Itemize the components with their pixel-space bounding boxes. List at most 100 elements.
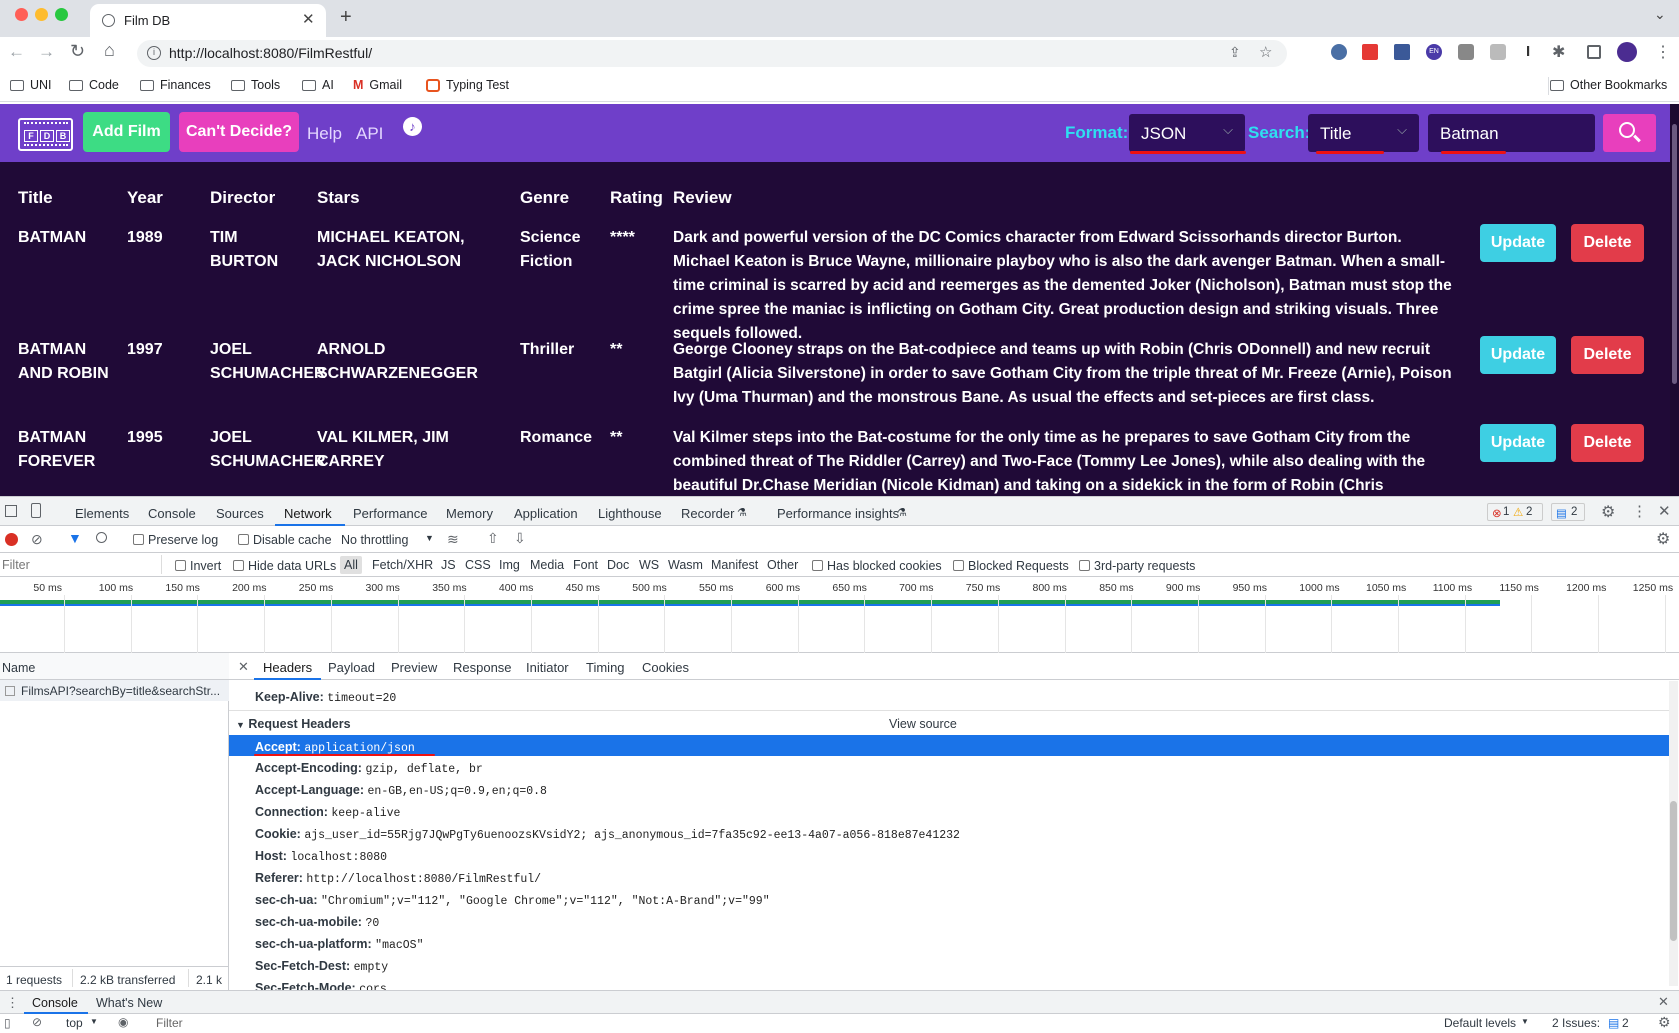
tab-application[interactable]: Application	[514, 506, 578, 521]
api-link[interactable]: API	[356, 124, 383, 144]
tab-sources[interactable]: Sources	[216, 506, 264, 521]
hide-data-urls-checkbox[interactable]: Hide data URLs	[233, 559, 336, 573]
record-icon[interactable]	[5, 533, 18, 546]
drawer-menu-icon[interactable]: ⋮	[6, 995, 19, 1011]
language-extension-icon[interactable]: EN	[1426, 44, 1442, 60]
format-select[interactable]: JSON ⌵	[1129, 114, 1245, 152]
home-icon[interactable]: ⌂	[104, 40, 115, 61]
checkbox[interactable]	[953, 560, 964, 571]
request-header-row[interactable]: sec-ch-ua-mobile: ?0	[255, 914, 379, 932]
clear-icon[interactable]: ⊘	[31, 531, 43, 548]
console-settings-gear-icon[interactable]: ⚙	[1658, 1014, 1671, 1031]
disable-cache-checkbox[interactable]: Disable cache	[238, 533, 332, 547]
view-source-link[interactable]: View source	[889, 717, 957, 731]
share-icon[interactable]: ⇪	[1229, 44, 1241, 61]
detail-tab-timing[interactable]: Timing	[586, 660, 625, 675]
tab-performance-insights[interactable]: Performance insights	[777, 506, 899, 521]
bookmark-finances[interactable]: Finances	[140, 78, 211, 92]
filter-media[interactable]: Media	[530, 558, 564, 572]
request-header-row[interactable]: Host: localhost:8080	[255, 848, 387, 866]
filter-wasm[interactable]: Wasm	[668, 558, 703, 572]
checkbox[interactable]	[1079, 560, 1090, 571]
detail-tab-initiator[interactable]: Initiator	[526, 660, 569, 675]
checkbox[interactable]	[812, 560, 823, 571]
filter-font[interactable]: Font	[573, 558, 598, 572]
search-button[interactable]	[1603, 114, 1656, 152]
close-window-button[interactable]	[15, 8, 28, 21]
bookmark-star-icon[interactable]: ☆	[1259, 43, 1272, 61]
third-party-checkbox[interactable]: 3rd-party requests	[1079, 559, 1195, 573]
network-settings-gear-icon[interactable]: ⚙	[1656, 529, 1670, 549]
detail-tab-cookies[interactable]: Cookies	[642, 660, 689, 675]
has-blocked-cookies-checkbox[interactable]: Has blocked cookies	[812, 559, 942, 573]
throttling-select[interactable]: No throttling	[341, 533, 408, 547]
close-devtools-icon[interactable]: ✕	[1658, 502, 1671, 520]
tab-memory[interactable]: Memory	[446, 506, 493, 521]
browser-tab[interactable]: Film DB ✕	[90, 4, 326, 37]
request-header-row[interactable]: Sec-Fetch-Mode: cors	[255, 980, 387, 990]
import-har-icon[interactable]: ⇧	[487, 530, 499, 547]
drawer-tab-console[interactable]: Console	[32, 996, 78, 1010]
bookmark-uni[interactable]: UNI	[10, 78, 52, 92]
delete-button[interactable]: Delete	[1571, 224, 1644, 262]
detail-tab-preview[interactable]: Preview	[391, 660, 437, 675]
tab-console[interactable]: Console	[148, 506, 196, 521]
filter-img[interactable]: Img	[499, 558, 520, 572]
live-expression-eye-icon[interactable]: ◉	[118, 1015, 128, 1029]
extension-icon[interactable]	[1331, 44, 1347, 60]
invert-checkbox[interactable]: Invert	[175, 559, 221, 573]
delete-button[interactable]: Delete	[1571, 424, 1644, 462]
tab-lighthouse[interactable]: Lighthouse	[598, 506, 662, 521]
request-headers-section[interactable]: ▼ Request Headers	[236, 717, 351, 731]
network-conditions-icon[interactable]: ≋	[447, 531, 459, 548]
notification-bell-icon[interactable]: ♪	[403, 117, 422, 136]
tab-performance[interactable]: Performance	[353, 506, 427, 521]
request-header-row[interactable]: Referer: http://localhost:8080/FilmRestf…	[255, 870, 541, 888]
side-panel-icon[interactable]	[1587, 45, 1601, 59]
blocked-requests-checkbox[interactable]: Blocked Requests	[953, 559, 1069, 573]
bookmark-code[interactable]: Code	[69, 78, 119, 92]
checkbox[interactable]	[133, 534, 144, 545]
page-scrollbar[interactable]	[1670, 104, 1679, 496]
issues-label[interactable]: 2 Issues:	[1552, 1016, 1600, 1030]
todoist-extension-icon[interactable]	[1362, 44, 1378, 60]
request-row[interactable]: FilmsAPI?searchBy=title&searchStr...	[0, 680, 229, 701]
default-levels-select[interactable]: Default levels	[1444, 1016, 1516, 1030]
site-info-icon[interactable]: i	[147, 46, 161, 60]
detail-tab-payload[interactable]: Payload	[328, 660, 375, 675]
address-bar[interactable]: i http://localhost:8080/FilmRestful/ ☆ ⇪	[137, 40, 1287, 67]
request-header-row[interactable]: Sec-Fetch-Dest: empty	[255, 958, 388, 976]
tab-search-chevron-icon[interactable]: ⌄	[1654, 6, 1666, 23]
preserve-log-checkbox[interactable]: Preserve log	[133, 533, 218, 547]
request-header-row[interactable]: sec-ch-ua-platform: "macOS"	[255, 936, 423, 954]
new-tab-button[interactable]: +	[340, 6, 352, 29]
grey-extension-icon[interactable]	[1458, 44, 1474, 60]
tab-recorder[interactable]: Recorder	[681, 506, 734, 521]
update-button[interactable]: Update	[1480, 336, 1556, 374]
filter-input[interactable]: Filter	[0, 555, 162, 574]
inspect-element-icon[interactable]	[5, 505, 17, 517]
text-extension-icon[interactable]: I	[1526, 43, 1530, 60]
request-header-row[interactable]: sec-ch-ua: "Chromium";v="112", "Google C…	[255, 892, 770, 910]
filter-ws[interactable]: WS	[639, 558, 659, 572]
request-header-row[interactable]: Accept-Encoding: gzip, deflate, br	[255, 760, 483, 778]
console-sidebar-icon[interactable]: ▯	[4, 1016, 11, 1030]
delete-button[interactable]: Delete	[1571, 336, 1644, 374]
filter-js[interactable]: JS	[441, 558, 456, 572]
request-header-row[interactable]: Cookie: ajs_user_id=55Rjg7JQwPgTy6uenooz…	[255, 826, 960, 844]
selected-header-row[interactable]	[229, 735, 1669, 756]
filter-css[interactable]: CSS	[465, 558, 491, 572]
more-options-icon[interactable]: ⋮	[1632, 502, 1647, 520]
back-icon[interactable]: ←	[8, 42, 25, 62]
info-badge[interactable]: ▤ 2	[1551, 503, 1585, 521]
request-header-row[interactable]: Accept-Language: en-GB,en-US;q=0.9,en;q=…	[255, 782, 547, 800]
profile-avatar[interactable]	[1617, 42, 1637, 62]
filter-fetch-xhr[interactable]: Fetch/XHR	[372, 558, 433, 572]
search-input[interactable]: Batman	[1428, 114, 1595, 152]
light-extension-icon[interactable]	[1490, 44, 1506, 60]
extensions-puzzle-icon[interactable]: ✱	[1552, 42, 1565, 62]
menu-dots-icon[interactable]: ⋮	[1655, 42, 1671, 62]
cant-decide-button[interactable]: Can't Decide?	[179, 112, 299, 152]
checkbox[interactable]	[233, 560, 244, 571]
add-film-button[interactable]: Add Film	[83, 112, 170, 152]
